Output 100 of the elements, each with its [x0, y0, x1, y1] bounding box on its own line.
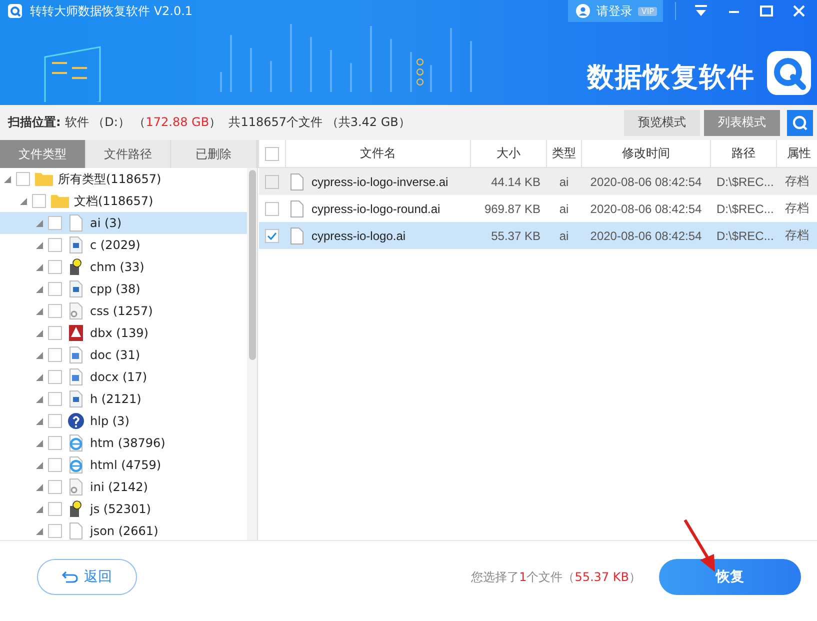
- checkbox[interactable]: [48, 480, 62, 494]
- collapse-arrow-icon[interactable]: [20, 198, 27, 204]
- tree-item[interactable]: 所有类型(118657): [0, 168, 247, 190]
- warning-file-icon: [67, 324, 85, 342]
- settings-file-icon: [67, 478, 85, 496]
- vip-badge: VIP: [638, 6, 657, 16]
- web-icon: [67, 456, 85, 474]
- tree-item-label: 所有类型(118657): [58, 170, 162, 188]
- file-type: ai: [559, 228, 569, 242]
- checkbox[interactable]: [48, 502, 62, 516]
- checkbox[interactable]: [48, 392, 62, 406]
- file-row[interactable]: cypress-io-logo.ai 55.37 KB ai 2020-08-06 08:42:54 D:\$REC... 存档: [258, 222, 817, 249]
- collapse-arrow-icon[interactable]: [36, 528, 43, 534]
- column-header[interactable]: 大小: [470, 140, 546, 168]
- tree-item-label: dbx (139): [90, 326, 148, 340]
- tree-item[interactable]: 文档(118657): [0, 190, 247, 212]
- tree-item[interactable]: ai (3): [0, 212, 247, 234]
- tree-item[interactable]: css (1257): [0, 300, 247, 322]
- column-header[interactable]: 路径: [710, 140, 776, 168]
- collapse-arrow-icon[interactable]: [36, 264, 43, 270]
- tree-item-label: ai (3): [90, 216, 122, 230]
- modified-time: 2020-08-06 08:42:54: [590, 202, 702, 216]
- collapse-arrow-icon[interactable]: [36, 374, 43, 380]
- checkbox[interactable]: [16, 172, 30, 186]
- checkbox[interactable]: [48, 370, 62, 384]
- checkbox[interactable]: [48, 348, 62, 362]
- tree-item[interactable]: chm (33): [0, 256, 247, 278]
- document-icon: [67, 368, 85, 386]
- checkbox[interactable]: [32, 194, 46, 208]
- file-attribute: 存档: [785, 174, 809, 188]
- collapse-arrow-icon[interactable]: [36, 286, 43, 292]
- scrollbar-thumb[interactable]: [248, 170, 256, 360]
- checkbox[interactable]: [48, 304, 62, 318]
- tree-item[interactable]: docx (17): [0, 366, 247, 388]
- checkbox[interactable]: [265, 174, 279, 189]
- checkbox[interactable]: [48, 458, 62, 472]
- tree-item[interactable]: htm (38796): [0, 432, 247, 454]
- view-mode-button[interactable]: 预览模式: [624, 110, 700, 136]
- tree-item-label: chm (33): [90, 260, 144, 274]
- collapse-arrow-icon[interactable]: [4, 176, 11, 182]
- column-header[interactable]: 文件名: [286, 140, 470, 168]
- collapse-arrow-icon[interactable]: [36, 308, 43, 314]
- code-file-icon: [67, 236, 85, 254]
- file-size: 55.37 KB: [491, 228, 540, 242]
- back-button[interactable]: 返回: [37, 559, 137, 595]
- tree-item-label: css (1257): [90, 304, 153, 318]
- select-all-checkbox[interactable]: [265, 146, 279, 161]
- column-header[interactable]: 修改时间: [582, 140, 710, 168]
- sidebar-tab[interactable]: 已删除: [171, 140, 258, 168]
- file-size: 44.14 KB: [491, 174, 540, 188]
- collapse-arrow-icon[interactable]: [36, 396, 43, 402]
- banner-title: 数据恢复软件: [587, 60, 755, 94]
- file-name: cypress-io-logo.ai: [312, 228, 406, 242]
- collapse-arrow-icon[interactable]: [36, 506, 43, 512]
- checkbox[interactable]: [265, 228, 279, 243]
- tree-item[interactable]: dbx (139): [0, 322, 247, 344]
- tree-item-label: docx (17): [90, 370, 148, 384]
- tree-item[interactable]: h (2121): [0, 388, 247, 410]
- collapse-arrow-icon[interactable]: [36, 352, 43, 358]
- checkbox[interactable]: [48, 326, 62, 340]
- checkbox[interactable]: [265, 202, 279, 216]
- checkbox[interactable]: [48, 216, 62, 230]
- maximize-icon[interactable]: [760, 5, 773, 17]
- column-header[interactable]: 类型: [546, 140, 582, 168]
- sidebar-tab[interactable]: 文件路径: [86, 140, 172, 168]
- collapse-arrow-icon[interactable]: [36, 440, 43, 446]
- collapse-arrow-icon[interactable]: [36, 242, 43, 248]
- check-icon: [267, 232, 277, 240]
- modified-time: 2020-08-06 08:42:54: [590, 228, 702, 242]
- file-row[interactable]: cypress-io-logo-inverse.ai 44.14 KB ai 2020-08-06 08:42:54 D:\$REC... 存档: [258, 168, 817, 195]
- file-row[interactable]: cypress-io-logo-round.ai 969.87 KB ai 2020-08-06 08:42:54 D:\$REC... 存档: [258, 195, 817, 222]
- checkbox[interactable]: [48, 260, 62, 274]
- checkbox[interactable]: [48, 238, 62, 252]
- column-header[interactable]: 属性: [776, 140, 817, 168]
- scrollbar[interactable]: [247, 168, 257, 540]
- close-icon[interactable]: [793, 5, 805, 17]
- dropdown-menu-icon[interactable]: [694, 5, 708, 17]
- tree-item[interactable]: hlp (3): [0, 410, 247, 432]
- collapse-arrow-icon[interactable]: [36, 220, 43, 226]
- document-icon: [67, 346, 85, 364]
- checkbox[interactable]: [48, 436, 62, 450]
- tree-item[interactable]: html (4759): [0, 454, 247, 476]
- search-button[interactable]: [787, 110, 813, 136]
- scan-info-text: 软件 （D:） （172.88 GB） 共118657个文件 （共3.42 GB）: [64, 114, 410, 131]
- tree-item[interactable]: c (2029): [0, 234, 247, 256]
- collapse-arrow-icon[interactable]: [36, 418, 43, 424]
- checkbox[interactable]: [48, 414, 62, 428]
- checkbox[interactable]: [48, 524, 62, 538]
- checkbox[interactable]: [48, 282, 62, 296]
- tree-item[interactable]: js (52301): [0, 498, 247, 520]
- collapse-arrow-icon[interactable]: [36, 330, 43, 336]
- tree-item-label: html (4759): [90, 458, 162, 472]
- file-icon: [290, 200, 304, 218]
- collapse-arrow-icon[interactable]: [36, 484, 43, 490]
- collapse-arrow-icon[interactable]: [36, 462, 43, 468]
- tree-item[interactable]: ini (2142): [0, 476, 247, 498]
- tree-item[interactable]: cpp (38): [0, 278, 247, 300]
- tree-item[interactable]: doc (31): [0, 344, 247, 366]
- tree-item[interactable]: json (2661): [0, 520, 247, 540]
- settings-file-icon: [67, 302, 85, 320]
